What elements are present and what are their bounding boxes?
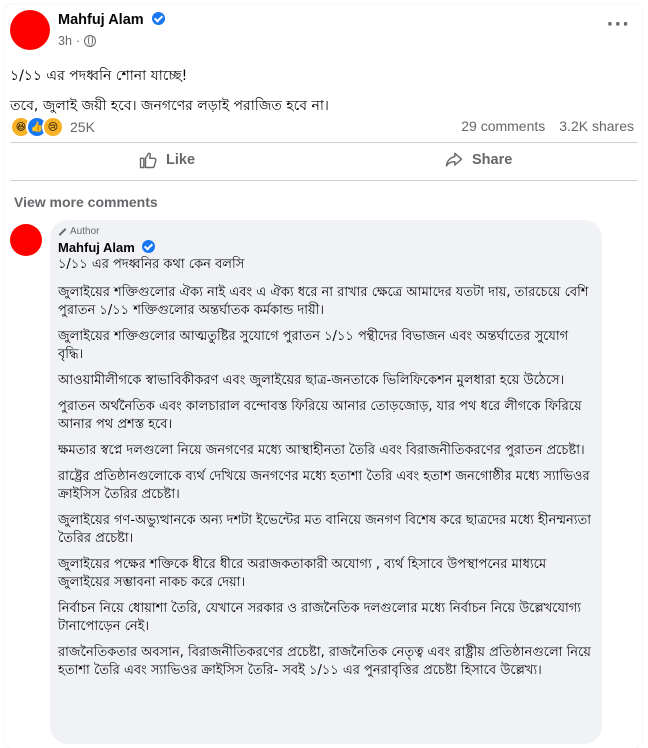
- reactions-summary[interactable]: 😆 👍 😢 25K: [10, 116, 95, 138]
- share-icon: [445, 152, 463, 167]
- author-name-row: Mahfuj Alam: [58, 12, 165, 28]
- post-line: তবে, জুলাই জয়ী হবে। জনগণের লড়াই পরাজিত…: [10, 98, 329, 114]
- like-button[interactable]: Like: [138, 150, 195, 170]
- commenter-avatar[interactable]: [10, 224, 42, 256]
- pencil-icon: [58, 227, 67, 236]
- comment-paragraph: জুলাইয়ের গণ-অভ্যুত্থানকে অন্য দশটা ইভেন…: [58, 513, 592, 546]
- comment-paragraph: পুরাতন অর্থনৈতিক এবং কালচারাল বন্দোবস্ত …: [58, 399, 582, 432]
- comment-paragraph: নির্বাচন নিয়ে ধোয়াশা তৈরি, যেখানে সরকা…: [58, 601, 582, 634]
- author-name[interactable]: Mahfuj Alam: [58, 12, 144, 28]
- post-meta: 3h ·: [58, 34, 97, 48]
- author-badge-label: Author: [70, 226, 100, 237]
- comment-paragraph: জুলাইয়ের পক্ষের শক্তিকে ধীরে ধীরে অরাজক…: [58, 557, 547, 590]
- meta-separator: ·: [75, 34, 81, 48]
- comment-paragraph: রাজনৈতিকতার অবসান, বিরাজনীতিকরণের প্রচেষ…: [58, 645, 591, 678]
- comment-paragraph: জুলাইয়ের শক্তিগুলোর আত্মতুষ্টির সুযোগে …: [58, 329, 569, 362]
- author-avatar[interactable]: [10, 10, 50, 50]
- shares-count[interactable]: 3.2K shares: [559, 118, 634, 134]
- post-line: ১/১১ এর পদধ্বনি শোনা যাচ্ছে!: [10, 68, 188, 84]
- post-time[interactable]: 3h: [58, 34, 72, 48]
- reaction-count[interactable]: 25K: [70, 119, 95, 135]
- divider: [10, 180, 638, 181]
- post-stats: 29 comments 3.2K shares: [461, 118, 634, 134]
- share-button[interactable]: Share: [444, 150, 512, 170]
- verified-badge-icon: [142, 240, 156, 253]
- comment-paragraph: জুলাইয়ের শক্তিগুলোর ঐক্য নাই এবং এ ঐক্য…: [58, 285, 589, 318]
- divider: [10, 142, 638, 143]
- verified-badge-icon: [151, 12, 165, 25]
- share-label: Share: [472, 152, 513, 168]
- globe-icon[interactable]: [84, 35, 97, 47]
- like-label: Like: [166, 152, 196, 168]
- comment-paragraph: ১/১১ এর পদধ্বনির কথা কেন বলসি: [58, 257, 245, 272]
- sad-icon: 😢: [42, 116, 64, 138]
- thumbs-up-icon: [139, 152, 157, 169]
- comment-paragraph: রাষ্ট্রের প্রতিষ্ঠানগুলোকে ব্যর্থ দেখিয়…: [58, 469, 590, 502]
- more-options-icon[interactable]: ···: [606, 14, 630, 35]
- comment-author-row: Mahfuj Alam: [58, 240, 156, 255]
- comment-author-name[interactable]: Mahfuj Alam: [58, 240, 135, 255]
- comment-paragraph: আওয়ামীলীগকে স্বাভাবিকীকরণ এবং জুলাইয়ের…: [58, 373, 565, 388]
- comment-paragraph: ক্ষমতার স্বপ্নে দলগুলো নিয়ে জনগণের মধ্য…: [58, 443, 585, 458]
- post-body: ১/১১ এর পদধ্বনি শোনা যাচ্ছে! তবে, জুলাই …: [10, 66, 620, 126]
- view-more-comments-link[interactable]: View more comments: [14, 194, 158, 210]
- comment-body: ১/১১ এর পদধ্বনির কথা কেন বলসি জুলাইয়ের …: [58, 256, 593, 688]
- author-badge: Author: [58, 226, 99, 237]
- comments-count[interactable]: 29 comments: [461, 118, 545, 134]
